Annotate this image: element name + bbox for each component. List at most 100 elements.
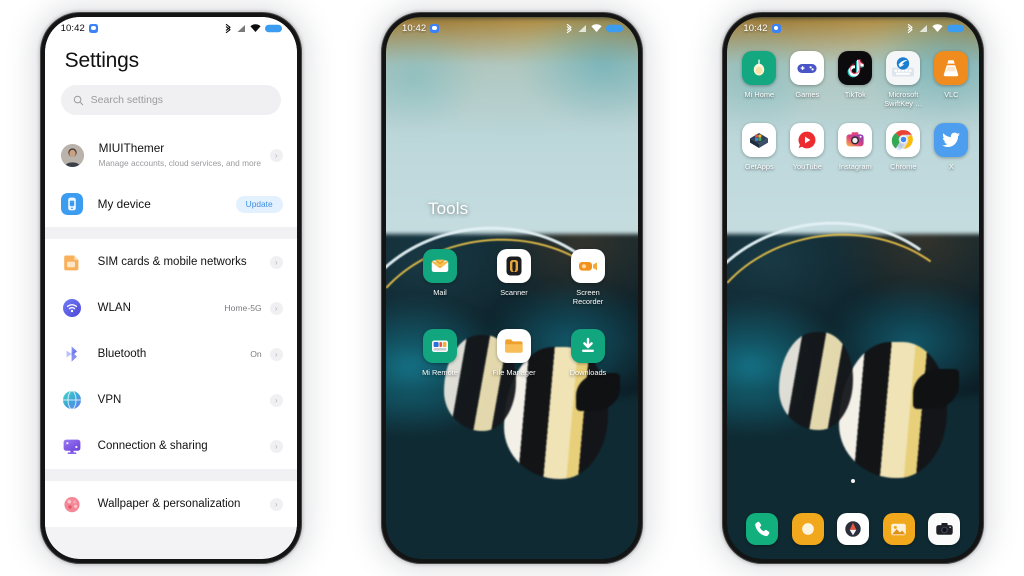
fish-fin xyxy=(575,373,620,411)
status-bar-left: 10:42 xyxy=(743,23,781,34)
chevron-right-icon: › xyxy=(269,497,283,511)
status-bar-left: 10:42 xyxy=(61,23,98,34)
mi-home-icon xyxy=(742,51,777,85)
wlan-icon xyxy=(61,297,83,319)
update-button[interactable]: Update xyxy=(235,195,283,213)
status-bar-right xyxy=(224,23,283,34)
app-tiktok[interactable]: TikTok xyxy=(829,51,881,109)
section-divider xyxy=(44,469,297,481)
phone-bezel: 10:42 Settings Search settings MIUITheme… xyxy=(44,17,297,559)
settings-row-bluetooth[interactable]: Bluetooth On › xyxy=(45,331,297,377)
app-label: File Manager xyxy=(492,367,536,377)
sim-card-icon xyxy=(61,251,83,273)
fish-body-main xyxy=(839,342,948,478)
camera-icon[interactable] xyxy=(928,513,961,545)
chevron-right-icon: › xyxy=(269,301,283,315)
settings-row-label: Bluetooth xyxy=(97,347,147,360)
phone-screen: 10:42 Settings Search settings MIUITheme… xyxy=(44,17,297,559)
bluetooth-icon xyxy=(61,343,83,365)
getapps-icon xyxy=(742,122,777,157)
wallpaper-sand-shadow-layer xyxy=(385,17,638,169)
app-vlc[interactable]: VLC xyxy=(925,51,977,109)
settings-row-sim[interactable]: SIM cards & mobile networks › xyxy=(45,239,297,285)
app-swiftkey[interactable]: Microsoft SwiftKey … xyxy=(877,51,929,109)
vpn-icon xyxy=(61,389,83,411)
battery-icon xyxy=(264,24,282,32)
settings-row-sublabel: Manage accounts, cloud services, and mor… xyxy=(98,157,261,168)
app-games[interactable]: Games xyxy=(781,51,833,109)
search-icon xyxy=(73,95,83,105)
app-mail[interactable]: Mail xyxy=(414,249,466,307)
themes-icon[interactable] xyxy=(791,513,824,545)
gallery-icon[interactable] xyxy=(882,513,915,545)
wallpaper-icon xyxy=(61,493,83,515)
fish-fin xyxy=(913,369,960,409)
app-instagram[interactable]: Instagram xyxy=(829,122,881,171)
status-time: 10:42 xyxy=(401,22,427,34)
status-bar: 10:42 xyxy=(386,17,638,39)
settings-group-connectivity: SIM cards & mobile networks › WLAN Home-… xyxy=(44,239,297,469)
fish-body-secondary xyxy=(779,332,854,430)
settings-row-text: Wallpaper & personalization xyxy=(98,497,270,511)
settings-row-wlan[interactable]: WLAN Home-5G › xyxy=(45,285,297,331)
settings-row-text: MIUIThemer Manage accounts, cloud servic… xyxy=(99,141,270,169)
twitter-bird-icon xyxy=(934,122,969,157)
app-mi-home[interactable]: Mi Home xyxy=(733,51,785,109)
vlc-icon xyxy=(934,51,969,85)
downloads-icon xyxy=(570,328,605,363)
app-label: Chrome xyxy=(890,161,917,171)
app-label: TikTok xyxy=(844,90,866,99)
search-input[interactable]: Search settings xyxy=(60,85,281,115)
settings-row-wallpaper[interactable]: Wallpaper & personalization › xyxy=(45,481,297,527)
settings-row-connection-sharing[interactable]: Connection & sharing › xyxy=(45,423,297,469)
page-dot[interactable] xyxy=(851,479,856,483)
app-label: VLC xyxy=(944,90,959,99)
app-label: Games xyxy=(795,90,820,99)
settings-row-text: Connection & sharing xyxy=(98,439,270,453)
app-x[interactable]: X xyxy=(925,122,977,171)
status-bar-left: 10:42 xyxy=(401,22,440,34)
bluetooth-icon xyxy=(225,23,231,33)
dock[interactable] xyxy=(727,513,979,545)
app-youtube[interactable]: YouTube xyxy=(781,122,833,171)
home-app-grid[interactable]: Mi Home Games TikTok Microsoft SwiftKey … xyxy=(735,51,975,171)
settings-row-vpn[interactable]: VPN › xyxy=(45,377,297,423)
swiftkey-icon xyxy=(886,51,921,85)
app-mi-remote[interactable]: Mi Remote xyxy=(414,328,466,377)
app-label: YouTube xyxy=(792,161,822,171)
settings-row-label: MIUIThemer xyxy=(98,141,165,156)
chevron-right-icon: › xyxy=(269,393,283,407)
app-label: Mi Home xyxy=(744,90,775,99)
folder-app-grid[interactable]: Mail Scanner Screen Recorder Mi Remote F… xyxy=(414,249,626,377)
app-screen-recorder[interactable]: Screen Recorder xyxy=(562,249,614,307)
scanner-icon xyxy=(496,249,531,283)
youtube-icon xyxy=(790,122,825,157)
app-label: Mi Remote xyxy=(422,367,458,377)
notification-dot-icon xyxy=(430,23,440,33)
phone-screen: 10:42 Mi Home Games TikTok Microsoft Swi… xyxy=(727,17,980,559)
browser-compass-icon[interactable] xyxy=(837,513,870,545)
settings-row-label: SIM cards & mobile networks xyxy=(97,255,247,268)
app-getapps[interactable]: GetApps xyxy=(733,122,785,171)
page-indicator[interactable] xyxy=(727,479,979,483)
bluetooth-icon xyxy=(566,23,572,33)
battery-icon xyxy=(947,24,965,32)
mail-icon xyxy=(422,249,457,283)
app-label: X xyxy=(948,161,954,171)
app-downloads[interactable]: Downloads xyxy=(562,328,614,377)
settings-row-account[interactable]: MIUIThemer Manage accounts, cloud servic… xyxy=(45,129,297,181)
app-label: Mail xyxy=(433,288,447,297)
app-file-manager[interactable]: File Manager xyxy=(488,328,540,377)
settings-row-text: Bluetooth xyxy=(98,347,251,361)
settings-list[interactable]: MIUIThemer Manage accounts, cloud servic… xyxy=(44,129,297,559)
page-title: Settings xyxy=(64,49,139,72)
app-label: Microsoft SwiftKey … xyxy=(884,90,923,109)
settings-row-my-device[interactable]: My device Update xyxy=(45,181,297,227)
phone-icon[interactable] xyxy=(746,513,779,545)
app-chrome[interactable]: Chrome xyxy=(877,122,929,171)
chevron-right-icon: › xyxy=(269,255,283,269)
chrome-icon xyxy=(886,122,921,157)
phone-2-folder: 10:42 Tools Mail Scanner Screen Recorder… xyxy=(380,12,643,564)
app-scanner[interactable]: Scanner xyxy=(488,249,540,307)
instagram-icon xyxy=(838,122,873,157)
